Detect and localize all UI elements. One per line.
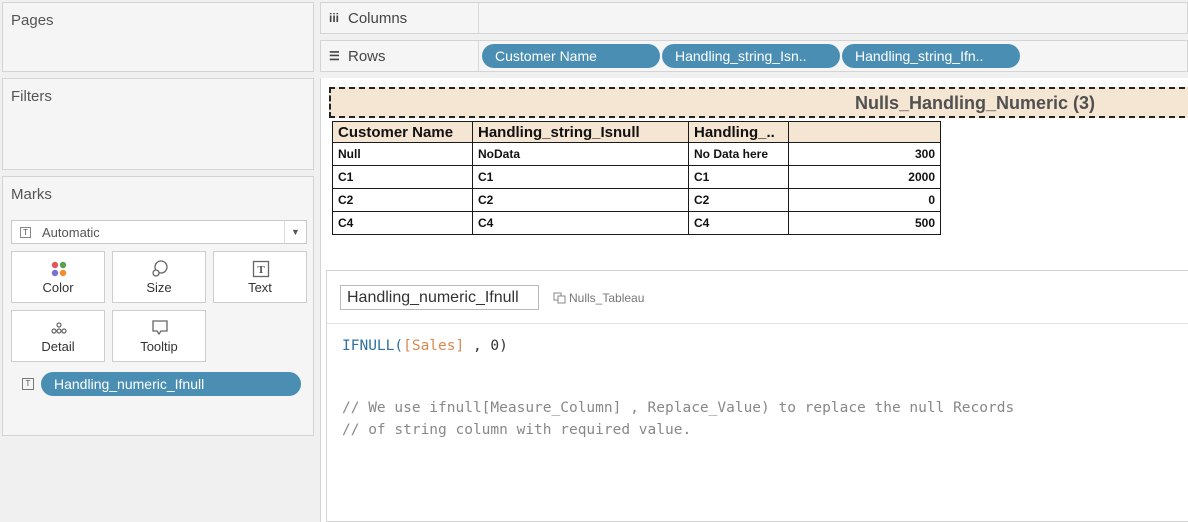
crosstab-table: Customer Name Handling_string_Isnull Han… [332,121,941,235]
column-header [788,121,941,143]
cell-handling-string-isnull: C2 [472,188,689,212]
header-row: Customer Name Handling_string_Isnull Han… [332,121,941,143]
calculation-editor: Handling_numeric_Ifnull Nulls_Tableau IF… [326,270,1188,522]
rows-icon: ☰ [329,49,340,63]
column-header[interactable]: Handling_string_Isnull [472,121,689,143]
rows-shelf-label: ☰ Rows [321,41,479,71]
sheet-title[interactable]: Nulls_Handling_Numeric (3) [329,87,1188,118]
color-button[interactable]: Color [11,251,105,303]
mark-type-dropdown[interactable]: T Automatic ▼ [11,220,307,244]
tooltip-button[interactable]: Tooltip [112,310,206,362]
calc-name-input[interactable]: Handling_numeric_Ifnull [340,285,539,310]
cell-value: 300 [788,142,941,166]
sheet-title-text: Nulls_Handling_Numeric (3) [855,93,1096,113]
column-header[interactable]: Customer Name [332,121,473,143]
detail-button[interactable]: Detail [11,310,105,362]
cell-handling-string-isnull: NoData [472,142,689,166]
datasource-icon [553,292,566,304]
cell-handling-string-ifnull: No Data here [688,142,789,166]
text-button[interactable]: T Text [213,251,307,303]
cell-handling-string-isnull: C4 [472,211,689,235]
cell-handling-string-isnull: C1 [472,165,689,189]
calc-formula-line[interactable]: IFNULL([Sales] , 0) [342,338,508,354]
table-row[interactable]: C1 C1 C1 2000 [332,165,941,189]
calc-comment-line-2[interactable]: // of string column with required value. [342,422,691,438]
mark-type-label: Automatic [42,225,100,240]
size-icon [152,260,168,277]
tooltip-icon [152,320,168,336]
columns-shelf-label: iii Columns [321,3,479,33]
filters-title: Filters [11,88,52,105]
columns-icon: iii [329,11,340,25]
marks-field-pill[interactable]: Handling_numeric_Ifnull [41,372,301,396]
pages-panel[interactable]: Pages [2,2,314,72]
table-row[interactable]: C2 C2 C2 0 [332,188,941,212]
color-icon [51,261,67,277]
cell-value: 0 [788,188,941,212]
table-row[interactable]: C4 C4 C4 500 [332,211,941,235]
rows-shelf[interactable]: ☰ Rows Customer Name Handling_string_Isn… [320,40,1188,72]
tooltip-label: Tooltip [140,339,178,354]
color-label: Color [42,280,74,295]
divider [327,323,1188,324]
calc-datasource-name: Nulls_Tableau [569,291,645,305]
marks-panel: Marks T Automatic ▼ Color Size T Text De… [2,176,314,436]
text-label: Text [248,280,272,295]
cell-customer-name: C4 [332,211,473,235]
cell-customer-name: Null [332,142,473,166]
text-mark-icon: T [22,378,34,390]
detail-icon [51,322,67,334]
row-pill-customer-name[interactable]: Customer Name [482,44,660,68]
cell-customer-name: C2 [332,188,473,212]
code-rest: , 0) [464,338,508,354]
cell-value: 2000 [788,165,941,189]
cell-value: 500 [788,211,941,235]
cell-handling-string-ifnull: C2 [688,188,789,212]
detail-label: Detail [41,339,75,354]
svg-text:T: T [257,264,265,276]
cell-customer-name: C1 [332,165,473,189]
code-function: IFNULL( [342,338,404,354]
column-header[interactable]: Handling_.. [688,121,789,143]
row-pill-handling-string-isnull[interactable]: Handling_string_Isn.. [662,44,840,68]
table-row[interactable]: Null NoData No Data here 300 [332,142,941,166]
size-button[interactable]: Size [112,251,206,303]
pages-title: Pages [11,12,54,29]
row-pill-handling-string-ifnull[interactable]: Handling_string_Ifn.. [842,44,1020,68]
size-label: Size [146,280,172,295]
cell-handling-string-ifnull: C1 [688,165,789,189]
code-field: [Sales] [403,338,465,354]
chevron-down-icon[interactable]: ▼ [284,221,306,243]
columns-shelf[interactable]: iii Columns [320,2,1188,34]
tableau-worksheet: Pages Filters Marks T Automatic ▼ Color [0,0,1188,522]
text-icon: T [252,260,270,278]
marks-title: Marks [11,186,52,203]
calc-datasource: Nulls_Tableau [553,291,644,305]
text-mark-icon: T [20,227,31,238]
cell-handling-string-ifnull: C4 [688,211,789,235]
filters-panel[interactable]: Filters [2,78,314,170]
calc-comment-line-1[interactable]: // We use ifnull[Measure_Column] , Repla… [342,400,1014,416]
